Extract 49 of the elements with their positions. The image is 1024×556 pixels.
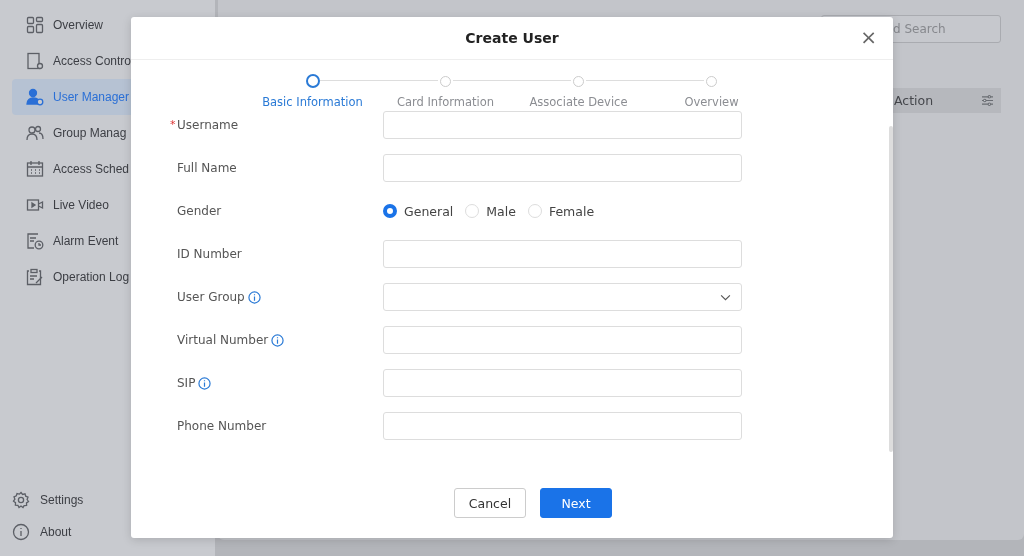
- column-header: Action: [894, 93, 934, 108]
- sidebar-item[interactable]: Settings: [12, 484, 215, 516]
- field-label: User Group: [177, 290, 245, 304]
- door-icon: [26, 52, 44, 70]
- radio-option[interactable]: General: [383, 203, 454, 219]
- input-field[interactable]: [383, 240, 742, 268]
- dropdown-field[interactable]: [383, 283, 742, 311]
- field-label: Phone Number: [177, 419, 267, 433]
- step-label[interactable]: Associate Device: [529, 95, 628, 109]
- close-button[interactable]: ×: [860, 28, 877, 46]
- sidebar-item[interactable]: Access Contro: [12, 43, 215, 79]
- input-field[interactable]: [383, 154, 742, 182]
- chevron-icon: [720, 293, 731, 301]
- alarm-icon: [26, 232, 44, 250]
- required-mark: *: [170, 118, 176, 131]
- next-button[interactable]: Next: [540, 488, 612, 518]
- input-field[interactable]: [383, 111, 742, 139]
- filter-icon[interactable]: [981, 95, 994, 106]
- info-icon: [12, 523, 30, 541]
- step-label[interactable]: Overview: [684, 95, 739, 109]
- grid-icon: [26, 16, 44, 34]
- field-label: Virtual Number: [177, 333, 269, 347]
- radio-option[interactable]: Male: [465, 203, 516, 219]
- group-icon: [26, 124, 44, 142]
- dialog-title: Create User: [465, 30, 559, 46]
- settings-icon: [12, 491, 30, 509]
- field-label: ID Number: [177, 247, 242, 261]
- input-field[interactable]: [383, 369, 742, 397]
- calendar-icon: [26, 160, 44, 178]
- field-label: Full Name: [177, 161, 237, 175]
- user-icon: [26, 88, 44, 106]
- info-icon[interactable]: [198, 376, 212, 390]
- info-icon[interactable]: [271, 333, 285, 347]
- field-label: Username: [177, 118, 239, 132]
- step-label[interactable]: Card Information: [396, 95, 495, 109]
- field-label: SIP: [177, 376, 196, 390]
- input-field[interactable]: [383, 326, 742, 354]
- cancel-button[interactable]: Cancel: [454, 488, 526, 518]
- info-icon[interactable]: [247, 290, 261, 304]
- sidebar-item[interactable]: Overview: [12, 7, 215, 43]
- sidebar-item[interactable]: About: [12, 516, 215, 548]
- input-field[interactable]: [383, 412, 742, 440]
- step-label[interactable]: Basic Information: [262, 95, 363, 109]
- radio-option[interactable]: Female: [527, 203, 595, 219]
- radio-button[interactable]: [383, 204, 397, 218]
- field-label: Gender: [177, 204, 222, 218]
- log-icon: [26, 268, 44, 286]
- video-icon: [26, 196, 44, 214]
- scrollbar[interactable]: [889, 126, 893, 452]
